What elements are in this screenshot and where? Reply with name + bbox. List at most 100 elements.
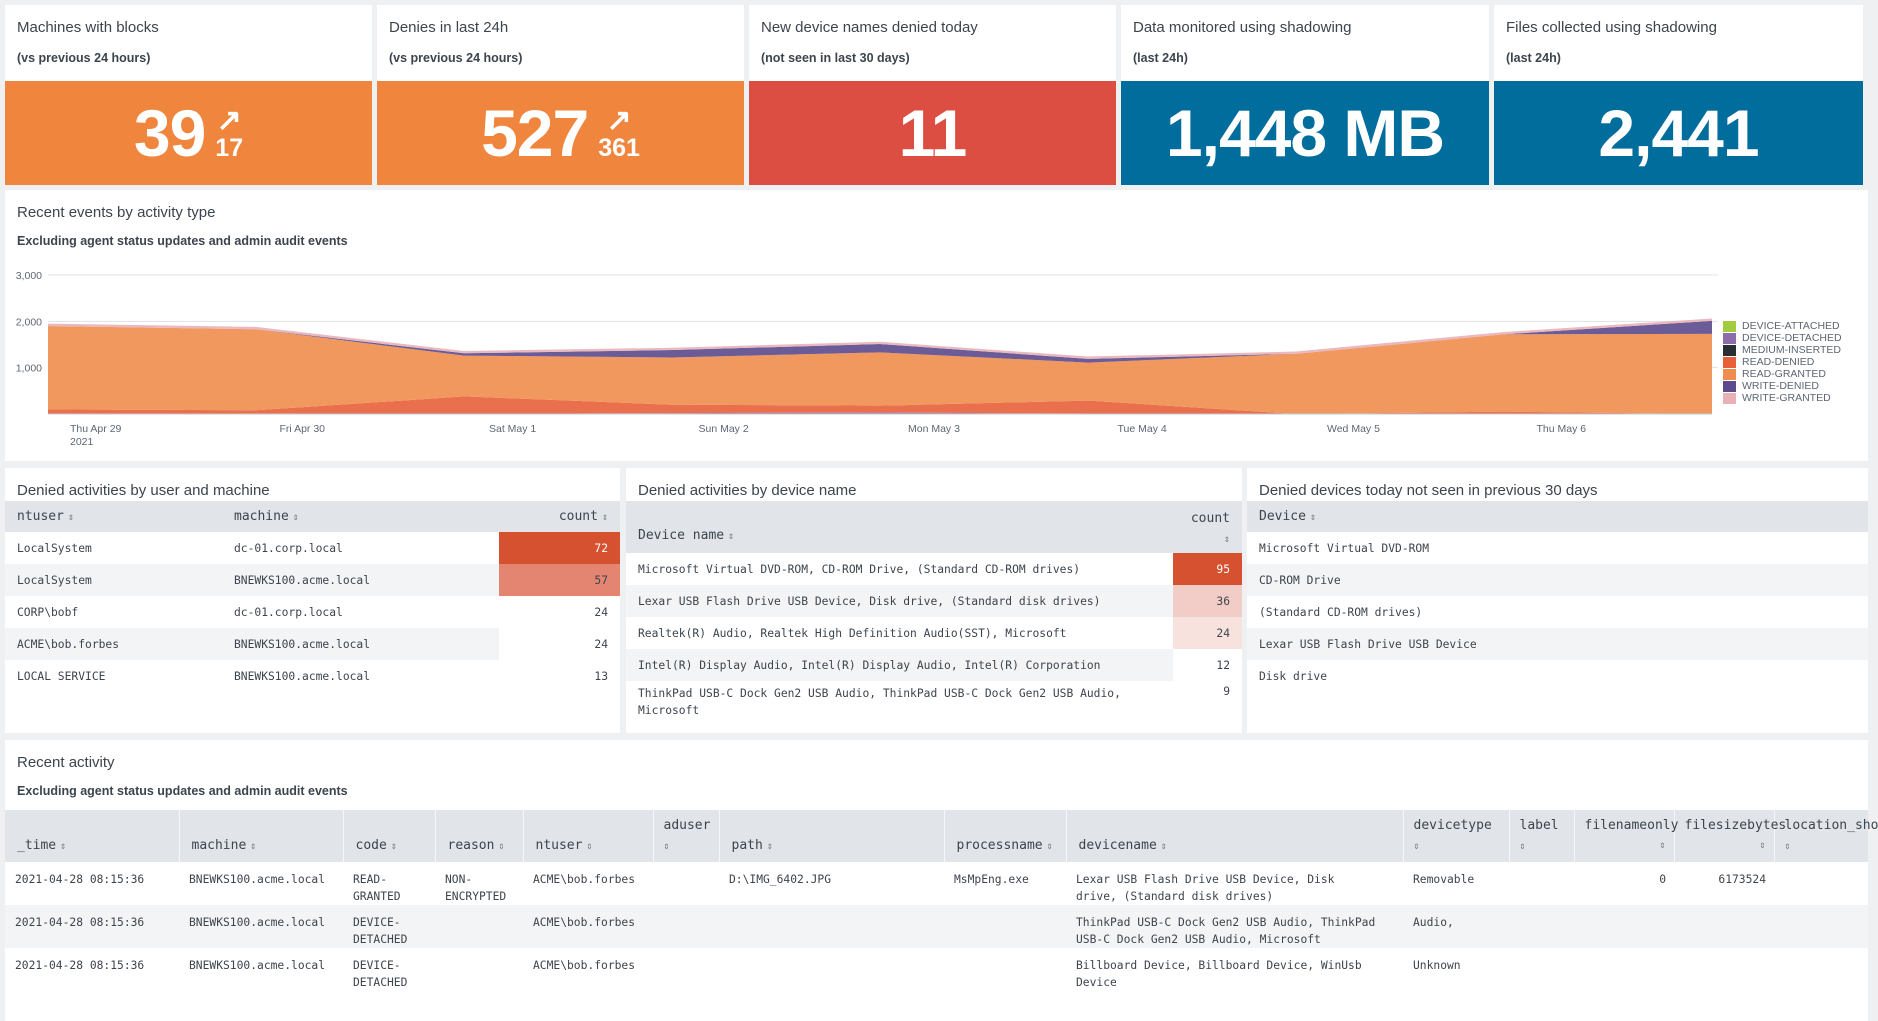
cell-count[interactable]: 24: [499, 596, 620, 628]
column-header-machine[interactable]: machine ⇕: [222, 501, 499, 532]
cell-time[interactable]: 2021-04-28 08:15:36: [5, 905, 179, 948]
cell-machine[interactable]: BNEWKS100.acme.local: [179, 862, 343, 905]
column-header-filenameonly[interactable]: filenameonly ⇕: [1573, 810, 1678, 862]
cell-locationshort[interactable]: [1774, 905, 1868, 948]
cell-ntuser[interactable]: ACME\bob.forbes: [5, 628, 222, 660]
table-row[interactable]: LocalSystem BNEWKS100.acme.local 57: [5, 564, 620, 596]
cell-code[interactable]: DEVICE- DETACHED: [343, 905, 435, 948]
cell-ntuser[interactable]: LocalSystem: [5, 564, 222, 596]
cell-filenameonly[interactable]: [1574, 905, 1674, 948]
cell-count[interactable]: 13: [499, 660, 620, 692]
table-row[interactable]: Microsoft Virtual DVD-ROM, CD-ROM Drive,…: [626, 553, 1242, 585]
cell-devicename[interactable]: Billboard Device, Billboard Device, WinU…: [1066, 948, 1403, 991]
cell-count[interactable]: 57: [499, 564, 620, 596]
cell-time[interactable]: 2021-04-28 08:15:36: [5, 948, 179, 991]
cell-machine[interactable]: dc-01.corp.local: [222, 596, 499, 628]
column-header-devicename[interactable]: devicename ⇕: [1065, 810, 1403, 862]
table-row[interactable]: Lexar USB Flash Drive USB Device, Disk d…: [626, 585, 1242, 617]
cell-count[interactable]: 36: [1173, 585, 1242, 617]
cell-reason[interactable]: [435, 905, 523, 948]
cell-ntuser[interactable]: ACME\bob.forbes: [523, 905, 653, 948]
cell-label[interactable]: [1509, 948, 1574, 991]
table-row[interactable]: LOCAL SERVICE BNEWKS100.acme.local 13: [5, 660, 620, 692]
cell-filesizebytes[interactable]: [1674, 905, 1774, 948]
table-row[interactable]: 2021-04-28 08:15:36 BNEWKS100.acme.local D…: [5, 905, 1868, 948]
cell-processname[interactable]: [944, 948, 1066, 991]
column-header-devicetype[interactable]: devicetype ⇕: [1402, 810, 1509, 862]
column-header-path[interactable]: path ⇕: [718, 810, 944, 862]
cell-aduser[interactable]: [653, 905, 719, 948]
cell-count[interactable]: 24: [1173, 617, 1242, 649]
cell-filesizebytes[interactable]: 6173524: [1674, 862, 1774, 905]
cell-device[interactable]: CD-ROM Drive: [1247, 564, 1868, 596]
table-row[interactable]: Realtek(R) Audio, Realtek High Definitio…: [626, 617, 1242, 649]
cell-time[interactable]: 2021-04-28 08:15:36: [5, 862, 179, 905]
cell-ntuser[interactable]: ACME\bob.forbes: [523, 948, 653, 991]
cell-machine[interactable]: BNEWKS100.acme.local: [222, 660, 499, 692]
cell-count[interactable]: 24: [499, 628, 620, 660]
cell-devicetype[interactable]: Audio,: [1403, 905, 1509, 948]
cell-aduser[interactable]: [653, 862, 719, 905]
cell-locationshort[interactable]: [1774, 862, 1868, 905]
table-row[interactable]: CD-ROM Drive: [1247, 564, 1868, 596]
cell-label[interactable]: [1509, 862, 1574, 905]
table-row[interactable]: CORP\bobf dc-01.corp.local 24: [5, 596, 620, 628]
cell-machine[interactable]: BNEWKS100.acme.local: [222, 564, 499, 596]
table-row[interactable]: 2021-04-28 08:15:36 BNEWKS100.acme.local D…: [5, 948, 1868, 991]
column-header-locationshort[interactable]: location_short⇕: [1773, 810, 1878, 862]
column-header-count[interactable]: count ⇕: [499, 501, 620, 532]
table-row[interactable]: ThinkPad USB-C Dock Gen2 USB Audio, Thin…: [626, 681, 1242, 721]
cell-machine[interactable]: dc-01.corp.local: [222, 532, 499, 564]
legend-item[interactable]: READ-GRANTED: [1723, 368, 1842, 380]
table-row[interactable]: ACME\bob.forbes BNEWKS100.acme.local 24: [5, 628, 620, 660]
table-row[interactable]: Lexar USB Flash Drive USB Device: [1247, 628, 1868, 660]
cell-machine[interactable]: BNEWKS100.acme.local: [222, 628, 499, 660]
cell-processname[interactable]: MsMpEng.exe: [944, 862, 1066, 905]
legend-item[interactable]: DEVICE-ATTACHED: [1723, 320, 1842, 332]
legend-item[interactable]: DEVICE-DETACHED: [1723, 332, 1842, 344]
column-header-device-name[interactable]: Device name ⇕: [626, 501, 1173, 553]
column-header-ntuser[interactable]: ntuser ⇕: [522, 810, 653, 862]
column-header-aduser[interactable]: aduser ⇕: [652, 810, 719, 862]
cell-device[interactable]: Disk drive: [1247, 660, 1868, 692]
table-row[interactable]: 2021-04-28 08:15:36 BNEWKS100.acme.local R…: [5, 862, 1868, 905]
table-row[interactable]: Disk drive: [1247, 660, 1868, 692]
cell-device[interactable]: Microsoft Virtual DVD-ROM: [1247, 532, 1868, 564]
column-header-machine[interactable]: machine ⇕: [178, 810, 343, 862]
column-header-filesizebytes[interactable]: filesizebytes ⇕: [1673, 810, 1786, 862]
cell-count[interactable]: 95: [1173, 553, 1242, 585]
legend-item[interactable]: WRITE-GRANTED: [1723, 392, 1842, 404]
column-header-label[interactable]: label ⇕: [1508, 810, 1574, 862]
column-header-ntuser[interactable]: ntuser ⇕: [5, 501, 222, 532]
cell-code[interactable]: DEVICE- DETACHED: [343, 948, 435, 991]
cell-ntuser[interactable]: LOCAL SERVICE: [5, 660, 222, 692]
cell-reason[interactable]: [435, 948, 523, 991]
cell-ntuser[interactable]: LocalSystem: [5, 532, 222, 564]
cell-count[interactable]: 12: [1173, 649, 1242, 681]
cell-path[interactable]: [719, 948, 944, 991]
cell-code[interactable]: READ- GRANTED: [343, 862, 435, 905]
table-row[interactable]: Microsoft Virtual DVD-ROM: [1247, 532, 1868, 564]
cell-device-name[interactable]: Intel(R) Display Audio, Intel(R) Display…: [626, 649, 1173, 681]
cell-machine[interactable]: BNEWKS100.acme.local: [179, 948, 343, 991]
cell-processname[interactable]: [944, 905, 1066, 948]
chart-legend[interactable]: DEVICE-ATTACHED DEVICE-DETACHED MEDIUM-INS…: [1723, 320, 1842, 404]
column-header-reason[interactable]: reason ⇕: [434, 810, 523, 862]
cell-device-name[interactable]: ThinkPad USB-C Dock Gen2 USB Audio, Thin…: [626, 681, 1173, 721]
cell-reason[interactable]: NON- ENCRYPTED: [435, 862, 523, 905]
cell-device-name[interactable]: Microsoft Virtual DVD-ROM, CD-ROM Drive,…: [626, 553, 1173, 585]
cell-device[interactable]: (Standard CD-ROM drives): [1247, 596, 1868, 628]
cell-filesizebytes[interactable]: [1674, 948, 1774, 991]
column-header-device[interactable]: Device ⇕: [1247, 501, 1868, 532]
column-header-code[interactable]: code ⇕: [342, 810, 435, 862]
cell-filenameonly[interactable]: [1574, 948, 1674, 991]
cell-ntuser[interactable]: ACME\bob.forbes: [523, 862, 653, 905]
cell-devicename[interactable]: Lexar USB Flash Drive USB Device, Disk dr…: [1066, 862, 1403, 905]
events-area-chart[interactable]: 3,000 2,000 1,000 Thu Apr 292021 Fri Apr 30 S…: [0, 0, 1878, 460]
legend-item[interactable]: WRITE-DENIED: [1723, 380, 1842, 392]
legend-item[interactable]: READ-DENIED: [1723, 356, 1842, 368]
cell-device-name[interactable]: Lexar USB Flash Drive USB Device, Disk d…: [626, 585, 1173, 617]
cell-path[interactable]: D:\IMG_6402.JPG: [719, 862, 944, 905]
column-header-time[interactable]: _time ⇕: [5, 810, 179, 862]
column-header-count[interactable]: count ⇕: [1173, 501, 1242, 553]
